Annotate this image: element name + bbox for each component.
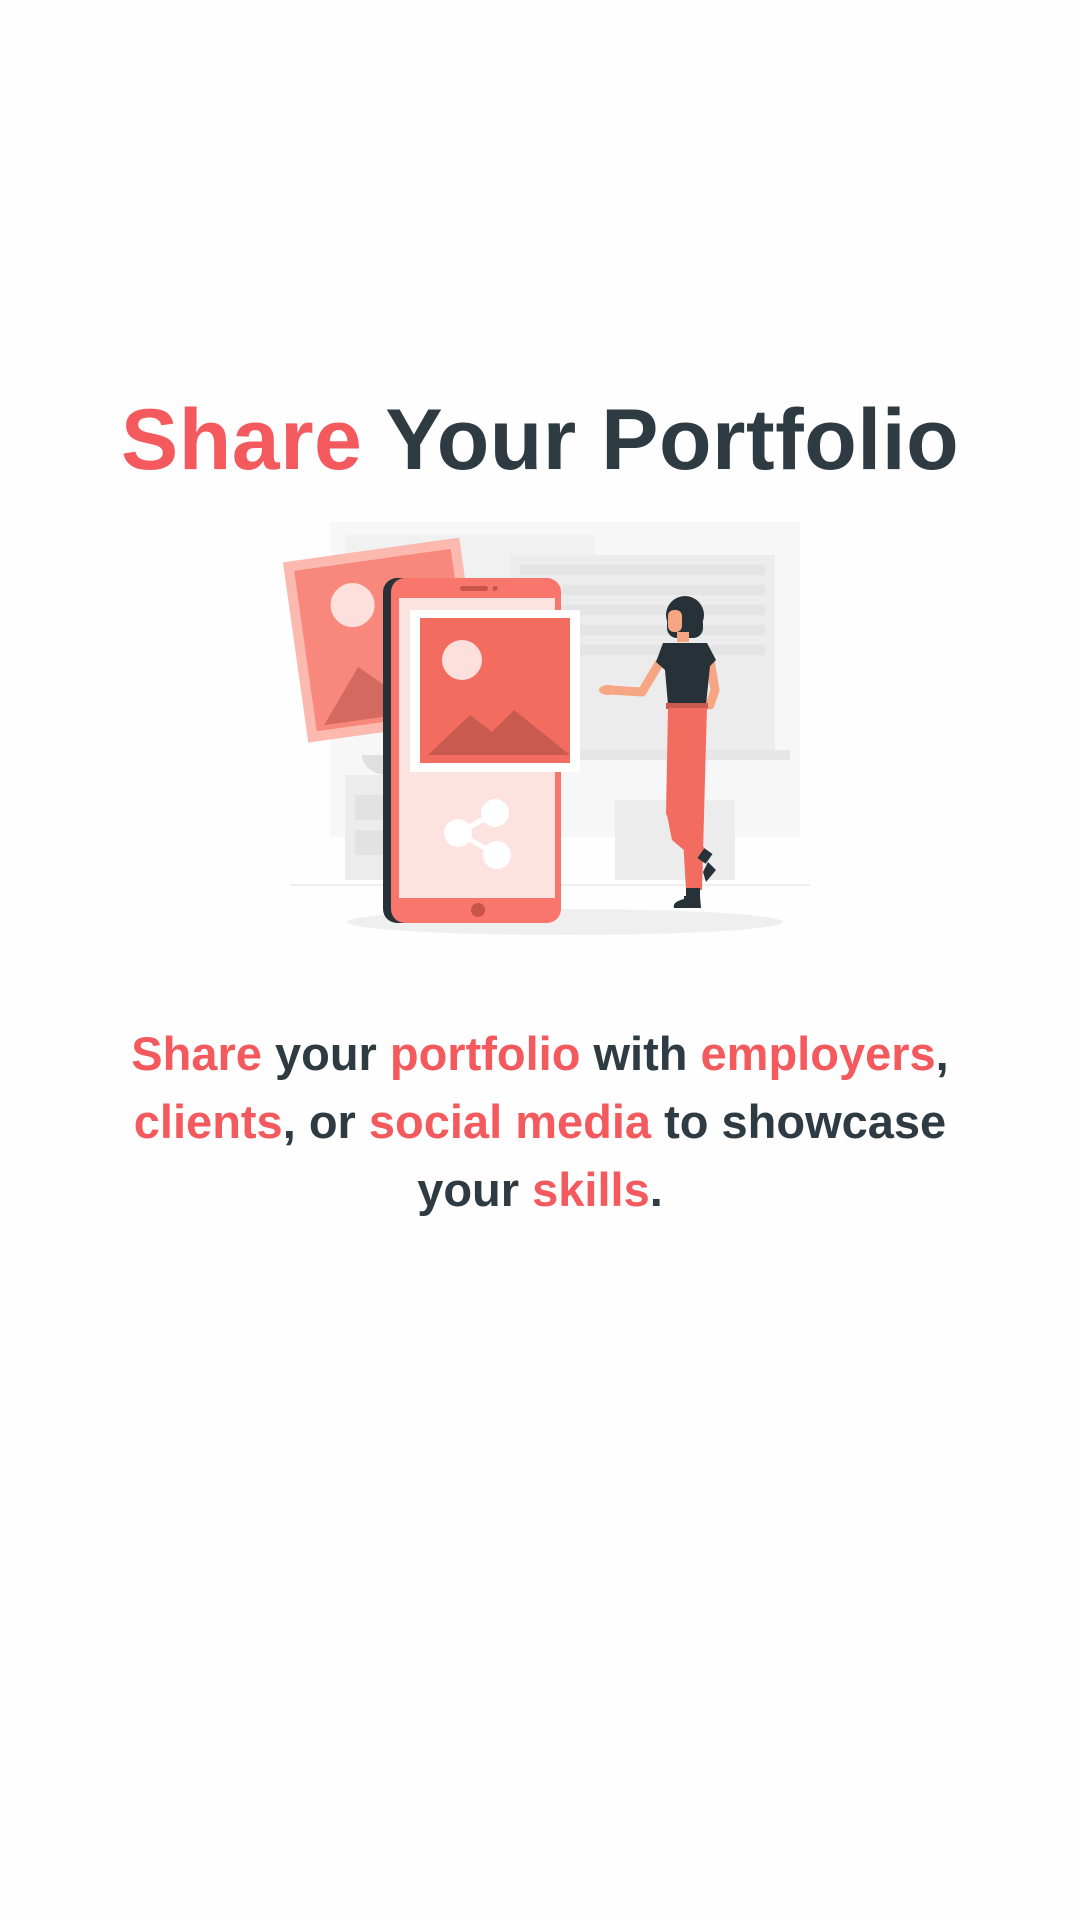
desc-word: clients <box>133 1095 283 1148</box>
desc-word: . <box>649 1163 663 1216</box>
desc-word: Share <box>131 1027 262 1080</box>
front-photo-card <box>410 610 580 772</box>
title-rest: Your Portfolio <box>385 392 960 488</box>
page-title: Share Your Portfolio <box>0 390 1080 490</box>
desc-word: skills <box>532 1163 650 1216</box>
desc-word: your <box>261 1027 390 1080</box>
desc-word: , <box>935 1027 949 1080</box>
desc-word: social media <box>368 1095 652 1148</box>
desc-word: employers <box>700 1027 936 1080</box>
onboarding-screen: Share Your Portfolio Share your portfoli… <box>0 0 1080 1920</box>
desc-word: portfolio <box>389 1027 581 1080</box>
share-portfolio-illustration <box>282 522 810 935</box>
description-text: Share your portfolio with employers, cli… <box>110 1020 970 1224</box>
title-highlight: Share <box>120 392 363 488</box>
desc-word: with <box>580 1027 701 1080</box>
desc-word: , or <box>282 1095 369 1148</box>
